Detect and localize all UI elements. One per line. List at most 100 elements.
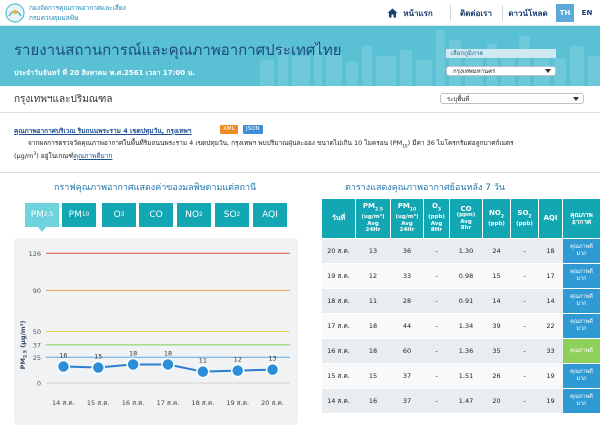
header-subscript: 2: [528, 214, 532, 220]
top-header: กองจัดการคุณภาพอากาศและเสียง กรมควบคุมมล…: [0, 0, 600, 26]
tab-aqi[interactable]: AQI: [253, 203, 287, 227]
cell-pm10: 37: [390, 388, 424, 414]
chart-panel-title: กราฟคุณภาพอากาศแสดงค่าของมลพิษตามแต่สถาน…: [54, 183, 257, 193]
org-name: กองจัดการคุณภาพอากาศและเสียง: [29, 4, 126, 12]
quality-text: คุณภาพดี: [570, 269, 593, 275]
cell-o3: -: [423, 263, 450, 289]
nav-download[interactable]: ดาวน์โหลด: [502, 0, 554, 26]
cell-pm10: 36: [390, 238, 424, 264]
header-text: PM: [397, 202, 410, 211]
col-header-date: วันที่: [321, 198, 356, 239]
cell-pm10: 28: [390, 288, 424, 314]
table-row: 20 ส.ค. 13 36-1.30 24-18 คุณภาพดี มาก: [321, 238, 600, 264]
tab-no2[interactable]: NO 2: [177, 203, 211, 227]
cell-date: 20 ส.ค.: [321, 238, 356, 264]
y-tick-label: 50: [33, 328, 41, 336]
header-subscript: 2: [500, 214, 504, 220]
quality-text: คุณภาพดี: [570, 319, 593, 325]
area-select[interactable]: ระบุพื้นที่: [440, 93, 584, 104]
cell-quality-badge: คุณภาพดี: [562, 338, 600, 364]
location-title: กรุงเทพฯและปริมณฑล: [14, 94, 113, 105]
cell-co: 1.30: [449, 238, 483, 264]
x-tick-label: 16 ส.ค.: [122, 399, 145, 407]
table-row: 15 ส.ค. 15 37-1.51 26-19 คุณภาพดี มาก: [321, 363, 600, 389]
nav-download-label: ดาวน์โหลด: [508, 8, 548, 18]
header-period: 24Hr: [365, 227, 381, 234]
header-subscript: 2.5: [375, 207, 384, 213]
pcd-logo[interactable]: [4, 3, 26, 23]
lang-en-button[interactable]: EN: [578, 4, 596, 22]
col-header-so2: SO2 (ppb): [510, 198, 539, 239]
tab-o3[interactable]: O3: [102, 203, 136, 227]
y-tick-label: 37: [33, 341, 41, 349]
data-label: 13: [268, 355, 276, 363]
xml-badge[interactable]: XML: [220, 125, 238, 134]
station-link[interactable]: คุณภาพอากาศบริเวณ ริมถนนพระราม 4 เขตปทุม…: [14, 126, 191, 136]
cell-so2: -: [510, 388, 539, 414]
col-header-quality: คุณภาพ อากาศ: [562, 198, 600, 239]
cell-co: 0.98: [449, 263, 483, 289]
tab-label: AQI: [262, 210, 278, 220]
quality-link[interactable]: คุณภาพดีมาก: [74, 152, 113, 160]
cell-date: 14 ส.ค.: [321, 388, 356, 414]
cell-o3: -: [423, 288, 450, 314]
data-point: [161, 357, 175, 372]
tab-subscript: 2: [199, 212, 203, 218]
nav-contact[interactable]: ติดต่อเรา: [450, 0, 502, 26]
cell-date: 17 ส.ค.: [321, 313, 356, 339]
x-tick-label: 19 ส.ค.: [226, 399, 249, 407]
cell-co: 1.36: [449, 338, 483, 364]
col-header-o3: O3 (ppb) Avg 8Hr: [423, 198, 450, 239]
region-select[interactable]: กรุงเทพมหานคร: [446, 66, 556, 76]
cell-no2: 24: [482, 238, 511, 264]
y-tick-label: 0: [37, 380, 41, 388]
tab-pm25[interactable]: PM 2.5: [25, 203, 59, 232]
x-tick-label: 18 ส.ค.: [191, 399, 214, 407]
cell-date: 15 ส.ค.: [321, 363, 356, 389]
table-row: 16 ส.ค. 18 60-1.36 35-33 คุณภาพดี: [321, 338, 600, 364]
cell-quality-badge: คุณภาพดี มาก: [562, 363, 600, 389]
cell-co: 1.47: [449, 388, 483, 414]
cell-so2: -: [510, 313, 539, 339]
data-point: [56, 359, 71, 374]
divider: [0, 112, 600, 113]
table-row: 14 ส.ค. 16 37-1.47 20-19 คุณภาพดี มาก: [321, 388, 600, 414]
x-tick-label: 15 ส.ค.: [87, 399, 110, 407]
nav-home[interactable]: หน้าแรก: [370, 0, 450, 26]
chevron-down-icon: [573, 96, 579, 101]
table-row: 18 ส.ค. 11 28-0.91 14-14 คุณภาพดี มาก: [321, 288, 600, 314]
cell-no2: 39: [482, 313, 511, 339]
tab-pm10[interactable]: PM 10: [62, 203, 96, 227]
cell-so2: -: [510, 263, 539, 289]
lang-th-button[interactable]: TH: [556, 4, 574, 22]
tab-subscript: 10: [81, 212, 90, 218]
cell-quality-badge: คุณภาพดี มาก: [562, 313, 600, 339]
x-tick-label: 17 ส.ค.: [157, 399, 180, 407]
col-header-pm10: PM10 (ug/m³) Avg 24Hr: [390, 198, 424, 239]
tab-label: CO: [149, 210, 163, 220]
tab-subscript: 2: [236, 212, 241, 218]
area-select-value: ระบุพื้นที่: [447, 95, 470, 103]
cell-o3: -: [423, 338, 450, 364]
header-subscript: 10: [409, 207, 417, 213]
header-text: SO: [517, 208, 529, 217]
cell-aqi: 14: [538, 288, 563, 314]
quality-text: มาก: [576, 276, 587, 282]
cell-co: 1.34: [449, 313, 483, 339]
cell-pm25: 15: [355, 363, 391, 389]
data-label: 16: [59, 352, 67, 360]
cell-quality-badge: คุณภาพดี มาก: [562, 238, 600, 264]
json-badge[interactable]: JSON: [243, 125, 263, 134]
table-row: 17 ส.ค. 18 44-1.34 39-22 คุณภาพดี มาก: [321, 313, 600, 339]
cell-pm10: 37: [390, 363, 424, 389]
tab-so2[interactable]: SO 2: [215, 203, 249, 227]
tab-subscript: 3: [120, 212, 125, 218]
data-label: 18: [129, 349, 137, 357]
cell-date: 16 ส.ค.: [321, 338, 356, 364]
tab-subscript: 2.5: [43, 212, 54, 218]
header-unit: (ppb): [488, 220, 505, 227]
station-description-line2: (µg/m3) อยู่ในเกณฑ์คุณภาพดีมาก: [14, 151, 112, 161]
header-period: 8Hr: [430, 227, 443, 234]
cell-date: 18 ส.ค.: [321, 288, 356, 314]
tab-co[interactable]: CO: [139, 203, 173, 227]
